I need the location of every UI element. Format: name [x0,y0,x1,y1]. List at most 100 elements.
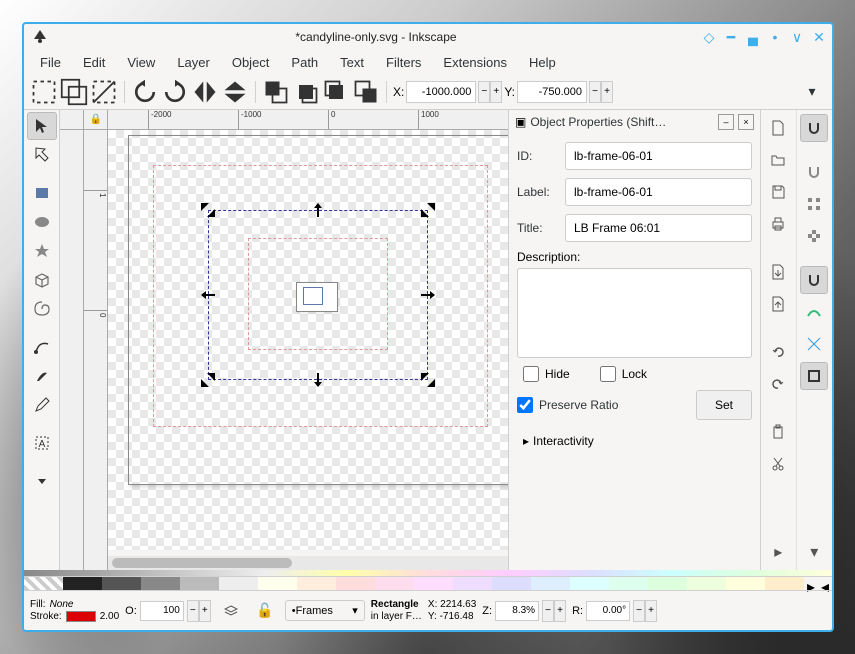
snap-nodes-button[interactable] [800,266,828,294]
toolbar-overflow-button[interactable]: ▾ [798,78,826,106]
save-button[interactable] [764,178,792,206]
rotate-ccw-button[interactable] [131,78,159,106]
text-tool[interactable]: A [27,429,57,457]
raise-top-button[interactable] [262,78,290,106]
fill-value[interactable]: None [50,599,74,610]
redo-button[interactable] [764,370,792,398]
export-button[interactable] [764,290,792,318]
open-button[interactable] [764,146,792,174]
handle-w[interactable] [201,288,215,302]
select-all-layers-button[interactable] [60,78,88,106]
lock-checkbox[interactable] [600,366,616,382]
layer-lock-icon[interactable]: 🔓 [251,597,279,625]
ruler-vertical[interactable]: 1 0 [84,130,108,570]
import-button[interactable] [764,258,792,286]
window-shade-button[interactable]: ▄ [746,30,760,44]
menu-path[interactable]: Path [281,51,328,74]
handle-nw[interactable] [201,203,215,217]
dock-overflow-down[interactable]: ▾ [800,538,828,566]
handle-n[interactable] [311,203,325,217]
new-document-button[interactable] [764,114,792,142]
color-palette[interactable]: ▸ ◂ [24,576,832,590]
stroke-width[interactable]: 2.00 [100,611,119,622]
bezier-tool[interactable] [27,333,57,361]
description-input[interactable] [517,268,752,358]
print-button[interactable] [764,210,792,238]
snap-bbox-button[interactable] [800,158,828,186]
clipboard-button[interactable] [764,418,792,446]
x-increment[interactable]: + [490,81,502,103]
snap-bbox-corners-button[interactable] [800,190,828,218]
current-layer[interactable]: •Frames [292,605,333,617]
menu-edit[interactable]: Edit [73,51,115,74]
snap-intersection-button[interactable] [800,330,828,358]
window-close-button[interactable]: ✕ [812,30,826,44]
lower-bottom-button[interactable] [352,78,380,106]
snap-page-button[interactable] [800,362,828,390]
stroke-swatch[interactable] [66,611,96,622]
selector-tool[interactable] [27,112,57,140]
x-input[interactable] [406,81,476,103]
dock-overflow-right[interactable]: ▸ [764,538,792,566]
more-tools-button[interactable] [27,467,57,495]
opacity-input[interactable] [140,601,184,621]
deselect-button[interactable] [90,78,118,106]
palette-menu-button[interactable]: ◂ [818,577,832,590]
handle-s[interactable] [311,373,325,387]
zoom-dec[interactable]: − [542,600,554,622]
spiral-tool[interactable] [27,295,57,323]
undo-button[interactable] [764,338,792,366]
menu-filters[interactable]: Filters [376,51,431,74]
menu-object[interactable]: Object [222,51,280,74]
ellipse-tool[interactable] [27,208,57,236]
rotation-input[interactable] [586,601,630,621]
panel-minimize-button[interactable]: – [718,114,734,130]
menu-extensions[interactable]: Extensions [433,51,517,74]
raise-button[interactable] [292,78,320,106]
menu-text[interactable]: Text [330,51,374,74]
snap-bbox-edges-button[interactable] [800,222,828,250]
star-tool[interactable] [27,237,57,265]
handle-se[interactable] [421,373,435,387]
id-input[interactable] [565,142,752,170]
menu-file[interactable]: File [30,51,71,74]
handle-ne[interactable] [421,203,435,217]
node-tool[interactable] [27,141,57,169]
handle-e[interactable] [421,288,435,302]
snap-path-button[interactable] [800,298,828,326]
flip-v-button[interactable] [221,78,249,106]
snap-toggle-button[interactable] [800,114,828,142]
palette-scroll-right[interactable]: ▸ [804,577,818,590]
rot-dec[interactable]: − [633,600,645,622]
preserve-ratio-checkbox[interactable] [517,397,533,413]
box-3d-tool[interactable] [27,266,57,294]
y-increment[interactable]: + [601,81,613,103]
menu-view[interactable]: View [117,51,165,74]
zoom-input[interactable] [495,601,539,621]
x-decrement[interactable]: − [478,81,490,103]
menu-layer[interactable]: Layer [167,51,220,74]
title-input[interactable] [565,214,752,242]
window-minimize-button[interactable]: ━ [724,30,738,44]
select-all-button[interactable] [30,78,58,106]
opacity-dec[interactable]: − [187,600,199,622]
layer-dropdown-icon[interactable]: ▾ [352,604,358,617]
interactivity-expander[interactable]: ▸ Interactivity [517,428,752,454]
lock-guides-icon[interactable]: 🔒 [83,110,107,129]
label-input[interactable] [565,178,752,206]
panel-close-button[interactable]: × [738,114,754,130]
y-decrement[interactable]: − [589,81,601,103]
rectangle-tool[interactable] [27,179,57,207]
zoom-inc[interactable]: + [554,600,566,622]
hide-checkbox[interactable] [523,366,539,382]
window-maximize-button[interactable]: ∨ [790,30,804,44]
handle-sw[interactable] [201,373,215,387]
opacity-inc[interactable]: + [199,600,211,622]
calligraphy-tool[interactable] [27,362,57,390]
rot-inc[interactable]: + [645,600,657,622]
menu-help[interactable]: Help [519,51,566,74]
scrollbar-horizontal[interactable] [108,556,508,570]
window-keep-above-button[interactable]: ◇ [702,30,716,44]
lower-button[interactable] [322,78,350,106]
flip-h-button[interactable] [191,78,219,106]
